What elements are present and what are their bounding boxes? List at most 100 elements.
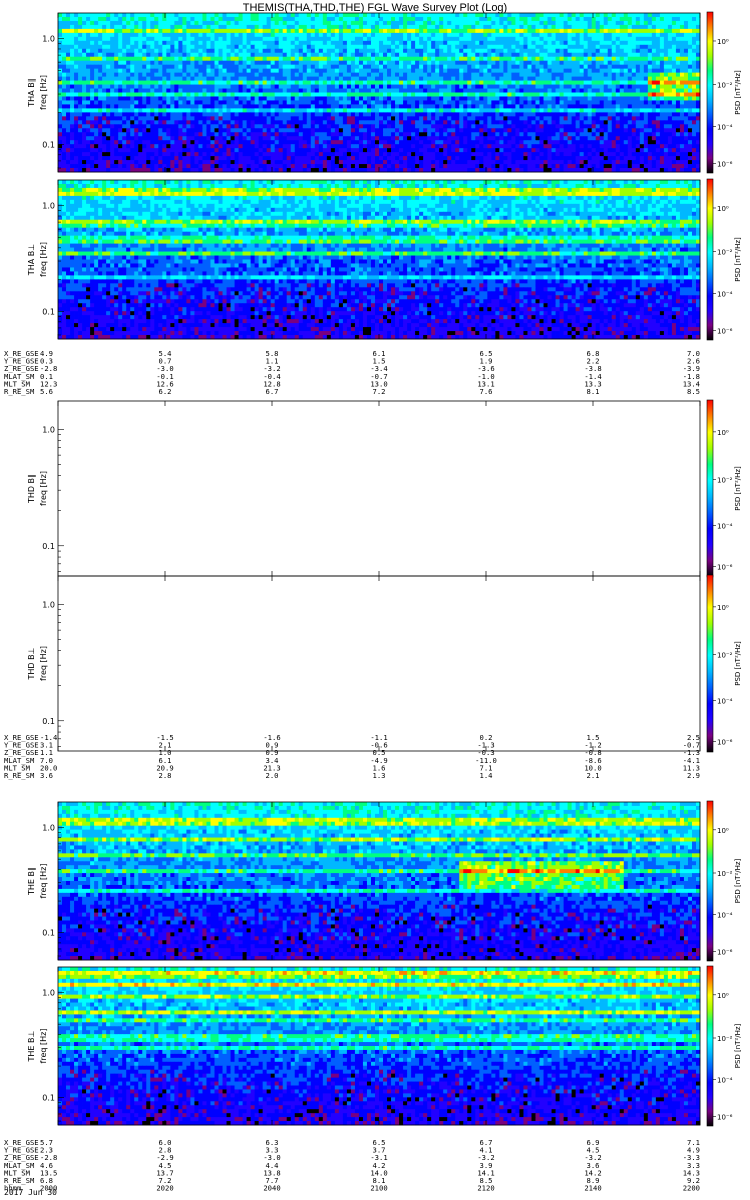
spectrogram-cell bbox=[619, 56, 625, 62]
spectrogram-cell bbox=[362, 40, 368, 46]
spectrogram-cell bbox=[643, 64, 649, 70]
spectrogram-cell bbox=[619, 76, 625, 81]
spectrogram-cell bbox=[443, 124, 448, 129]
spectrogram-cell bbox=[154, 116, 159, 121]
spectrogram-cell bbox=[370, 132, 376, 137]
spectrogram-cell bbox=[467, 132, 472, 137]
spectrogram-cell bbox=[599, 60, 605, 66]
spectrogram-cell bbox=[559, 48, 564, 54]
spectrogram-cell bbox=[523, 120, 528, 125]
spectrogram-cell bbox=[591, 120, 597, 125]
spectrogram-cell bbox=[403, 40, 408, 46]
spectrogram-cell bbox=[635, 128, 641, 133]
spectrogram-cell bbox=[543, 40, 548, 46]
spectrogram-cell bbox=[647, 84, 653, 89]
spectrogram-cell bbox=[551, 88, 556, 93]
spectrogram-cell bbox=[350, 36, 356, 42]
spectrogram-cell bbox=[491, 36, 496, 42]
spectrogram-cell bbox=[190, 96, 195, 101]
spectrogram-cell bbox=[154, 128, 159, 133]
spectrogram-cell bbox=[78, 100, 83, 105]
spectrogram-cell bbox=[350, 60, 356, 66]
spectrogram-cell bbox=[415, 84, 420, 89]
spectrogram-cell bbox=[366, 48, 372, 54]
spectrogram-cell bbox=[507, 100, 512, 105]
spectrogram-cell bbox=[511, 16, 516, 22]
spectrogram-cell bbox=[395, 32, 400, 38]
spectrogram-cell bbox=[403, 44, 408, 50]
spectrogram-cell bbox=[671, 112, 677, 117]
spectrogram-cell bbox=[266, 56, 272, 62]
spectrogram-cell bbox=[294, 112, 300, 117]
spectrogram-cell bbox=[627, 20, 633, 26]
spectrogram-cell bbox=[82, 96, 87, 101]
spectrogram-cell bbox=[306, 84, 312, 89]
spectrogram-cell bbox=[479, 108, 484, 113]
spectrogram-cell bbox=[266, 72, 272, 78]
spectrogram-cell bbox=[286, 32, 292, 38]
spectrogram-cell bbox=[503, 116, 508, 121]
spectrogram-cell bbox=[246, 20, 251, 26]
spectrogram-cell bbox=[366, 80, 372, 85]
spectrogram-cell bbox=[691, 64, 697, 70]
spectrogram-cell bbox=[166, 104, 171, 109]
spectrogram-cell bbox=[286, 48, 292, 54]
spectrogram-cell bbox=[519, 68, 524, 74]
spectrogram-cell bbox=[310, 44, 316, 50]
spectrogram-cell bbox=[551, 36, 556, 42]
spectrogram-cell bbox=[571, 132, 577, 137]
spectrogram-cell bbox=[82, 100, 87, 105]
spectrogram-cell bbox=[539, 64, 544, 70]
spectrogram-cell bbox=[451, 76, 456, 81]
spectrogram-cell bbox=[663, 96, 669, 101]
spectrogram-cell bbox=[623, 72, 629, 78]
spectrogram-cell bbox=[82, 36, 87, 42]
spectrogram-cell bbox=[214, 24, 219, 30]
spectrogram-cell bbox=[302, 52, 308, 58]
spectrogram-cell bbox=[330, 112, 336, 117]
spectrogram-cell bbox=[86, 116, 91, 121]
spectrogram-cell bbox=[643, 44, 649, 50]
spectrogram-cell bbox=[138, 112, 143, 117]
spectrogram-cell bbox=[170, 36, 175, 42]
spectrogram-cell bbox=[206, 104, 211, 109]
spectrogram-cell bbox=[543, 48, 548, 54]
spectrogram-cell bbox=[415, 72, 420, 78]
spectrogram-cell bbox=[78, 120, 83, 125]
spectrogram-cell bbox=[174, 72, 179, 78]
spectrogram-cell bbox=[102, 84, 107, 89]
spectrogram-cell bbox=[282, 68, 288, 74]
spectrogram-cell bbox=[218, 108, 223, 113]
spectrogram-cell bbox=[142, 16, 147, 22]
spectrogram-cell bbox=[342, 60, 348, 66]
spectrogram-cell bbox=[122, 36, 127, 42]
spectrogram-cell bbox=[651, 76, 657, 81]
spectrogram-cell bbox=[571, 40, 577, 46]
spectrogram-cell bbox=[627, 80, 633, 85]
spectrogram-cell bbox=[539, 16, 544, 22]
spectrogram-cell bbox=[439, 52, 444, 58]
spectrogram-cell bbox=[679, 40, 685, 46]
spectrogram-cell bbox=[679, 120, 685, 125]
spectrogram-cell bbox=[330, 76, 336, 81]
spectrogram-cell bbox=[74, 24, 79, 30]
spectrogram-cell bbox=[667, 36, 673, 42]
spectrogram-cell bbox=[214, 92, 219, 97]
spectrogram-cell bbox=[575, 24, 581, 30]
spectrogram-cell bbox=[671, 80, 677, 85]
spectrogram-cell bbox=[170, 44, 175, 50]
spectrogram-cell bbox=[395, 40, 400, 46]
spectrogram-cell bbox=[607, 56, 613, 62]
spectrogram-cell bbox=[647, 88, 653, 93]
spectrogram-cell bbox=[667, 124, 673, 129]
spectrogram-cell bbox=[379, 112, 384, 117]
spectrogram-cell bbox=[70, 28, 75, 34]
spectrogram-cell bbox=[567, 64, 572, 70]
spectrogram-cell bbox=[659, 76, 665, 81]
spectrogram-cell bbox=[146, 32, 151, 38]
spectrogram-cell bbox=[531, 68, 536, 74]
spectrogram-cell bbox=[194, 84, 199, 89]
spectrogram-cell bbox=[615, 80, 621, 85]
spectrogram-cell bbox=[94, 88, 99, 93]
spectrogram-cell bbox=[415, 56, 420, 62]
